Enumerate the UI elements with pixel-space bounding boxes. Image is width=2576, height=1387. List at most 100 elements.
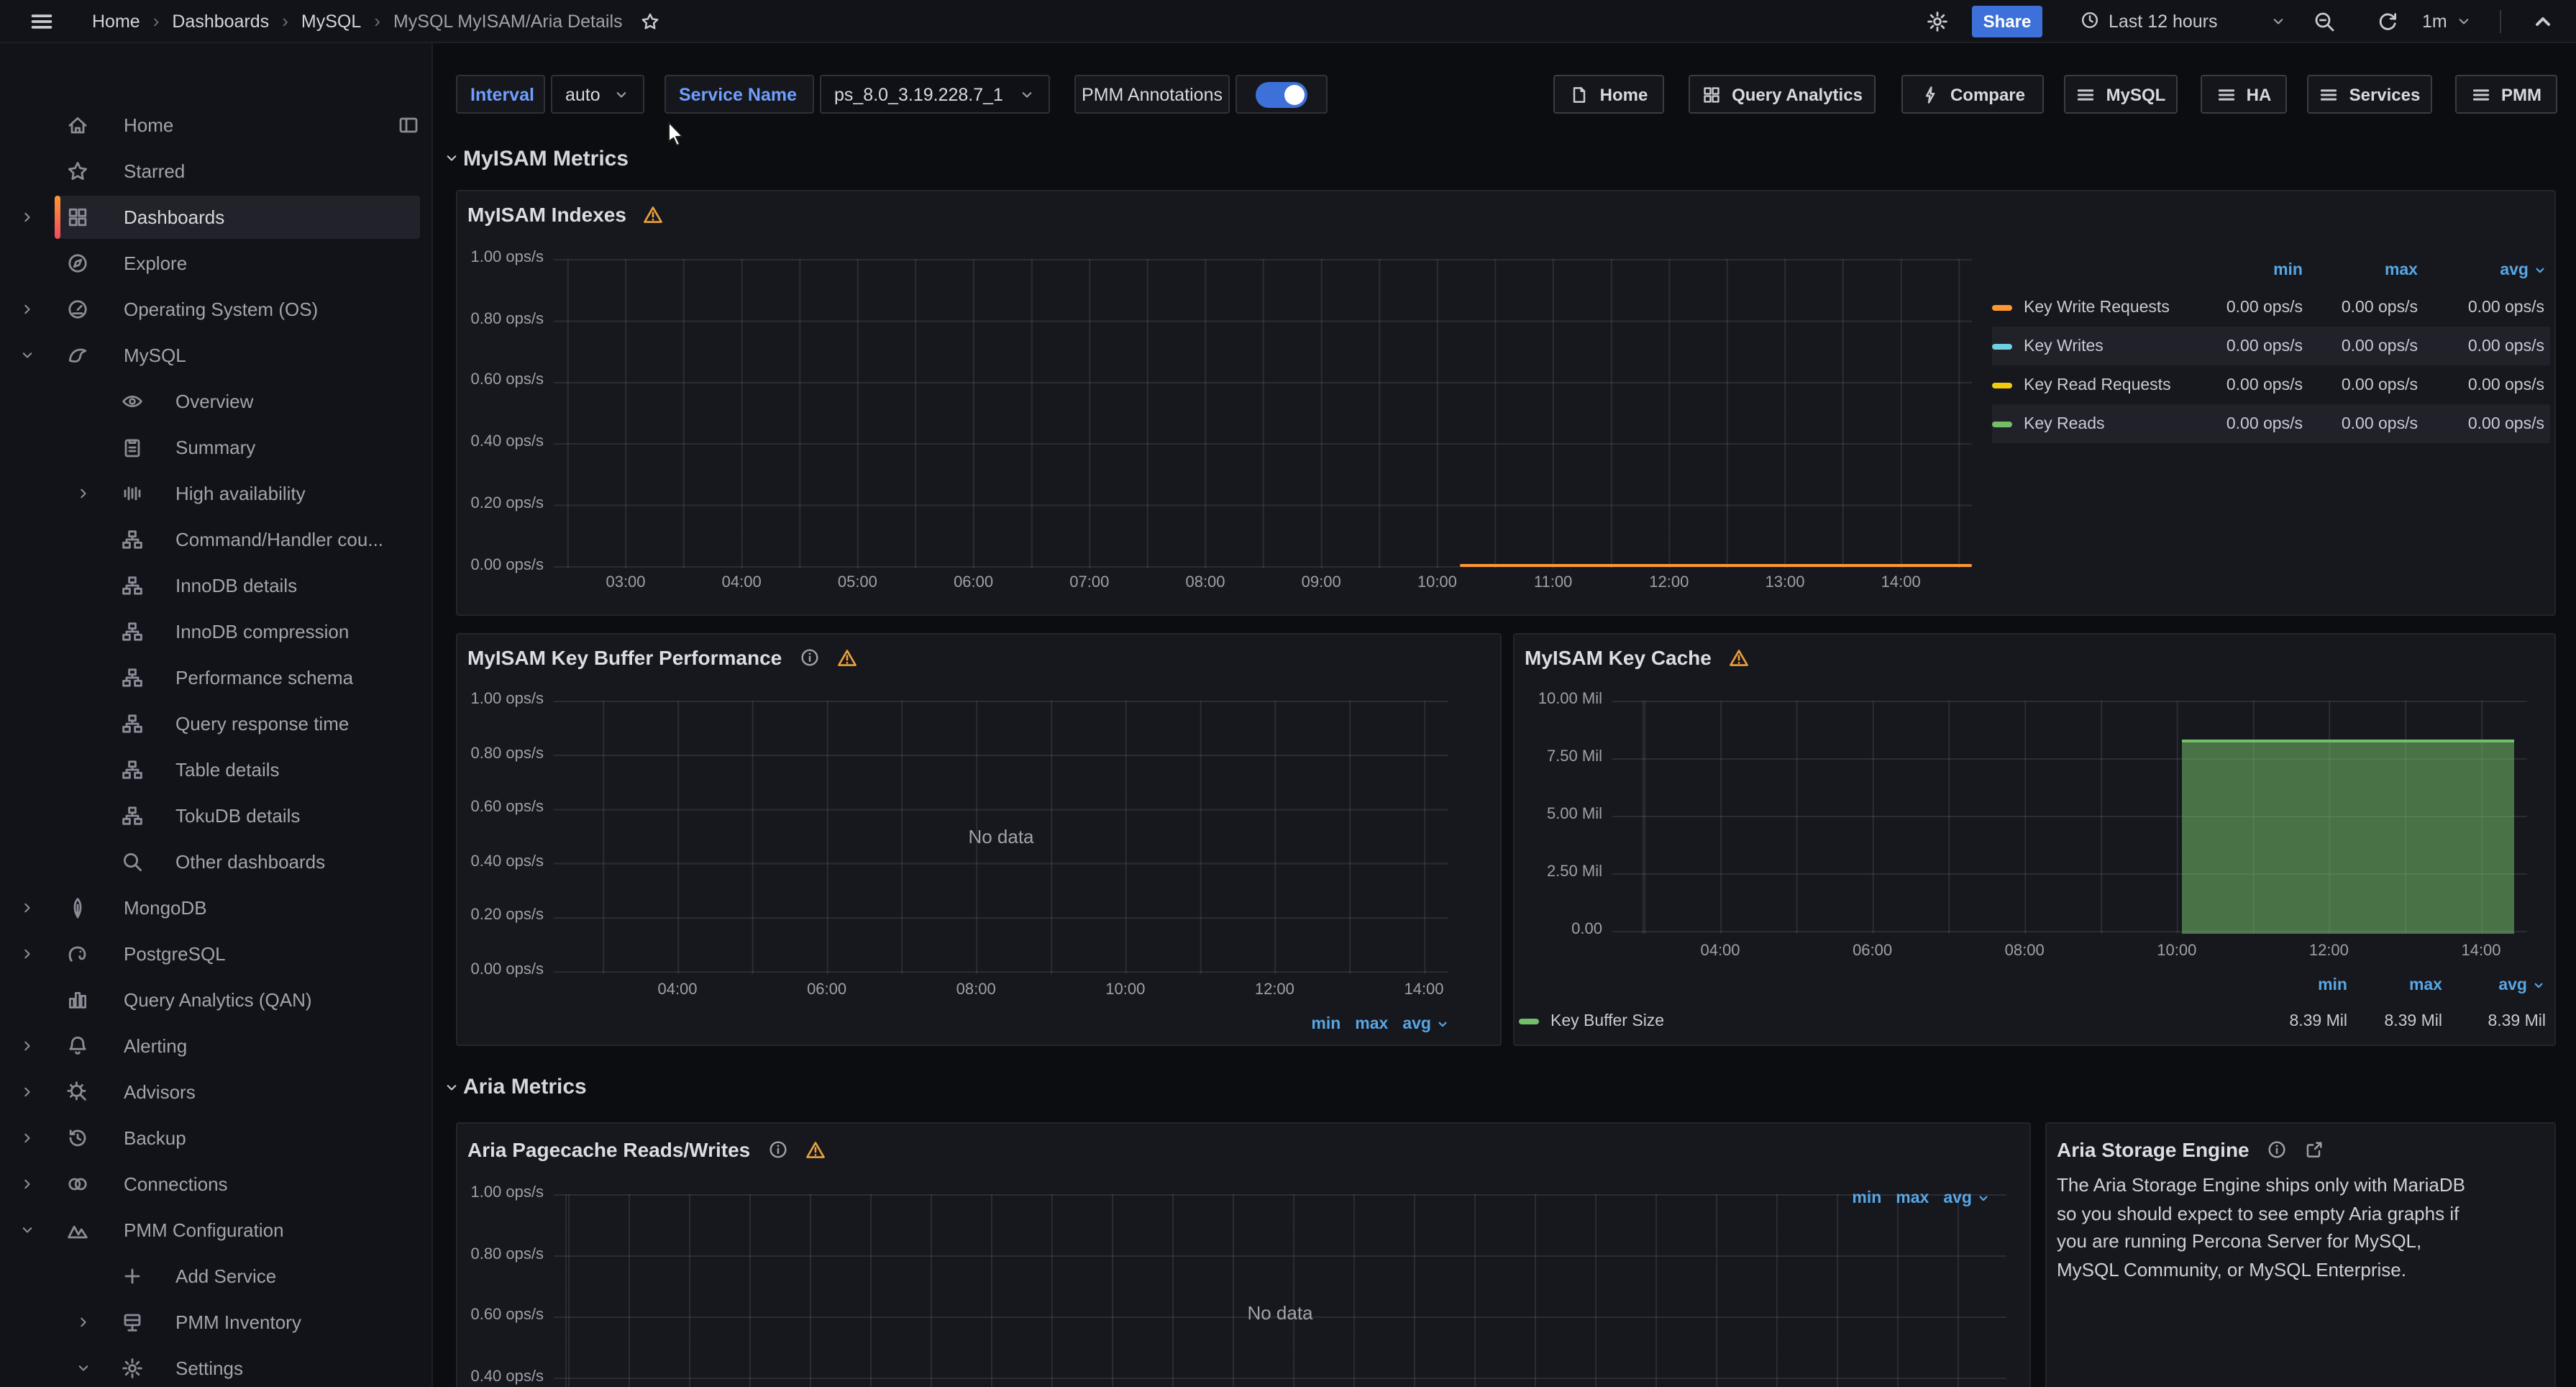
- dashboard-settings-button[interactable]: [1926, 9, 1949, 32]
- sidebar-item-connections[interactable]: Connections: [0, 1161, 431, 1207]
- chevron-right-icon[interactable]: [19, 1129, 36, 1147]
- sidebar-item-advisors[interactable]: Advisors: [0, 1069, 431, 1115]
- sidebar-item-postgresql[interactable]: PostgreSQL: [0, 931, 431, 977]
- legend-sort-avg[interactable]: avg: [2442, 977, 2546, 994]
- service-name-variable-dropdown[interactable]: ps_8.0_3.19.228.7_1: [820, 75, 1050, 114]
- refresh-icon[interactable]: [2376, 10, 2399, 33]
- chevron-right-icon[interactable]: [19, 899, 36, 917]
- chevron-down-icon[interactable]: [19, 347, 36, 364]
- sidebar-item-other-dashboards[interactable]: Other dashboards: [0, 839, 431, 885]
- panel-title-key-buffer-performance[interactable]: MyISAM Key Buffer Performance: [467, 645, 857, 670]
- section-title-myisam-metrics[interactable]: MyISAM Metrics: [463, 147, 629, 171]
- panel-title-aria-storage-engine[interactable]: Aria Storage Engine: [2057, 1137, 2324, 1163]
- legend-series-toggle[interactable]: Key Buffer Size: [1519, 1013, 2247, 1030]
- time-range-chevron-icon[interactable]: [2270, 12, 2287, 29]
- refresh-interval-chevron-icon[interactable]: [2455, 12, 2472, 29]
- chevron-right-icon[interactable]: [19, 1037, 36, 1055]
- legend-sort-max[interactable]: max: [1355, 1016, 1388, 1033]
- sidebar-item-add-service[interactable]: Add Service: [0, 1253, 431, 1299]
- panel-title-key-cache[interactable]: MyISAM Key Cache: [1525, 645, 1749, 670]
- sidebar-item-pmm-inventory[interactable]: PMM Inventory: [0, 1299, 431, 1345]
- section-title-aria-metrics[interactable]: Aria Metrics: [463, 1075, 587, 1099]
- legend-sort-avg[interactable]: avg: [1402, 1016, 1450, 1033]
- nav-button-home[interactable]: Home: [1553, 75, 1664, 114]
- nav-button-compare[interactable]: Compare: [1901, 75, 2044, 114]
- sidebar-item-innodb-details[interactable]: InnoDB details: [0, 563, 431, 609]
- nav-button-services[interactable]: Services: [2307, 75, 2432, 114]
- legend-sort-min[interactable]: min: [1852, 1190, 1881, 1207]
- legend-series-toggle[interactable]: Key Read Requests: [1992, 376, 2188, 394]
- warning-icon[interactable]: [805, 1140, 825, 1160]
- favorite-star-icon[interactable]: [640, 11, 660, 31]
- chart-plot-aria-pagecache[interactable]: [554, 1194, 2006, 1387]
- section-collapse-chevron-icon[interactable]: [443, 150, 460, 167]
- external-link-icon[interactable]: [2304, 1140, 2324, 1160]
- chart-plot-myisam-indexes[interactable]: [554, 259, 1972, 568]
- legend-series-toggle[interactable]: Key Reads: [1992, 415, 2188, 432]
- chevron-right-icon[interactable]: [19, 945, 36, 963]
- nav-button-mysql[interactable]: MySQL: [2064, 75, 2178, 114]
- warning-icon[interactable]: [1729, 647, 1749, 668]
- chevron-right-icon[interactable]: [75, 485, 92, 502]
- chevron-down-icon[interactable]: [75, 1360, 92, 1377]
- legend-sort-avg[interactable]: avg: [1943, 1190, 1991, 1207]
- zoom-out-icon[interactable]: [2313, 10, 2336, 33]
- share-button[interactable]: Share: [1972, 5, 2042, 37]
- chevron-right-icon[interactable]: [75, 1314, 92, 1331]
- sidebar-item-backup[interactable]: Backup: [0, 1115, 431, 1161]
- sidebar-item-tokudb-details[interactable]: TokuDB details: [0, 793, 431, 839]
- sidebar-item-pmm-configuration[interactable]: PMM Configuration: [0, 1207, 431, 1253]
- legend-series-toggle[interactable]: Key Write Requests: [1992, 299, 2188, 316]
- sidebar-item-performance-schema[interactable]: Performance schema: [0, 655, 431, 701]
- sidebar-item-mysql[interactable]: MySQL: [0, 332, 431, 378]
- chevron-right-icon[interactable]: [19, 1083, 36, 1101]
- sidebar-item-table-details[interactable]: Table details: [0, 747, 431, 793]
- chevron-right-icon[interactable]: [19, 1175, 36, 1193]
- dock-sidebar-icon[interactable]: [397, 114, 420, 137]
- warning-icon[interactable]: [644, 204, 664, 224]
- panel-title-aria-pagecache[interactable]: Aria Pagecache Reads/Writes: [467, 1137, 825, 1163]
- nav-button-pmm[interactable]: PMM: [2455, 75, 2557, 114]
- time-range-clock-icon[interactable]: [2080, 10, 2100, 30]
- interval-variable-dropdown[interactable]: auto: [551, 75, 644, 114]
- chevron-right-icon[interactable]: [19, 209, 36, 226]
- info-icon[interactable]: [799, 647, 819, 668]
- sidebar-item-settings[interactable]: Settings: [0, 1345, 431, 1387]
- info-icon[interactable]: [2267, 1140, 2287, 1160]
- chevron-right-icon[interactable]: [19, 301, 36, 318]
- sidebar-item-query-response-time[interactable]: Query response time: [0, 701, 431, 747]
- pmm-annotations-toggle[interactable]: [1256, 81, 1307, 107]
- sidebar-item-query-analytics[interactable]: Query Analytics (QAN): [0, 977, 431, 1023]
- breadcrumb-mysql[interactable]: MySQL: [301, 11, 361, 31]
- legend-sort-max[interactable]: max: [1896, 1190, 1929, 1207]
- sidebar-item-mongodb[interactable]: MongoDB: [0, 885, 431, 931]
- warning-icon[interactable]: [836, 647, 857, 668]
- chevron-down-icon[interactable]: [19, 1222, 36, 1239]
- kiosk-mode-caret-icon[interactable]: [2531, 10, 2554, 33]
- info-icon[interactable]: [767, 1140, 787, 1160]
- panel-title-myisam-indexes[interactable]: MyISAM Indexes: [467, 201, 664, 227]
- sidebar-item-mysql-overview[interactable]: Overview: [0, 378, 431, 424]
- legend-series-toggle[interactable]: Key Writes: [1992, 337, 2188, 355]
- legend-sort-max[interactable]: max: [2303, 262, 2418, 279]
- time-range-picker[interactable]: Last 12 hours: [2109, 11, 2218, 31]
- legend-sort-avg[interactable]: avg: [2418, 262, 2550, 279]
- legend-sort-max[interactable]: max: [2347, 977, 2442, 994]
- sidebar-item-starred[interactable]: Starred: [0, 148, 431, 194]
- legend-sort-min[interactable]: min: [1311, 1016, 1340, 1033]
- breadcrumb-home[interactable]: Home: [92, 11, 140, 31]
- sidebar-item-operating-system[interactable]: Operating System (OS): [0, 286, 431, 332]
- sidebar-item-home[interactable]: Home: [0, 102, 431, 148]
- sidebar-item-explore[interactable]: Explore: [0, 240, 431, 286]
- chart-plot-key-cache[interactable]: [1612, 701, 2527, 933]
- sidebar-item-alerting[interactable]: Alerting: [0, 1023, 431, 1069]
- legend-sort-min[interactable]: min: [2188, 262, 2303, 279]
- refresh-interval-value[interactable]: 1m: [2422, 11, 2447, 31]
- sidebar-item-mysql-summary[interactable]: Summary: [0, 424, 431, 470]
- sidebar-item-dashboards[interactable]: Dashboards: [0, 194, 431, 240]
- legend-sort-min[interactable]: min: [2247, 977, 2347, 994]
- nav-button-ha[interactable]: HA: [2201, 75, 2287, 114]
- sidebar-item-command-handler-counters[interactable]: Command/Handler cou...: [0, 517, 431, 563]
- nav-button-query-analytics[interactable]: Query Analytics: [1689, 75, 1876, 114]
- sidebar-item-innodb-compression[interactable]: InnoDB compression: [0, 609, 431, 655]
